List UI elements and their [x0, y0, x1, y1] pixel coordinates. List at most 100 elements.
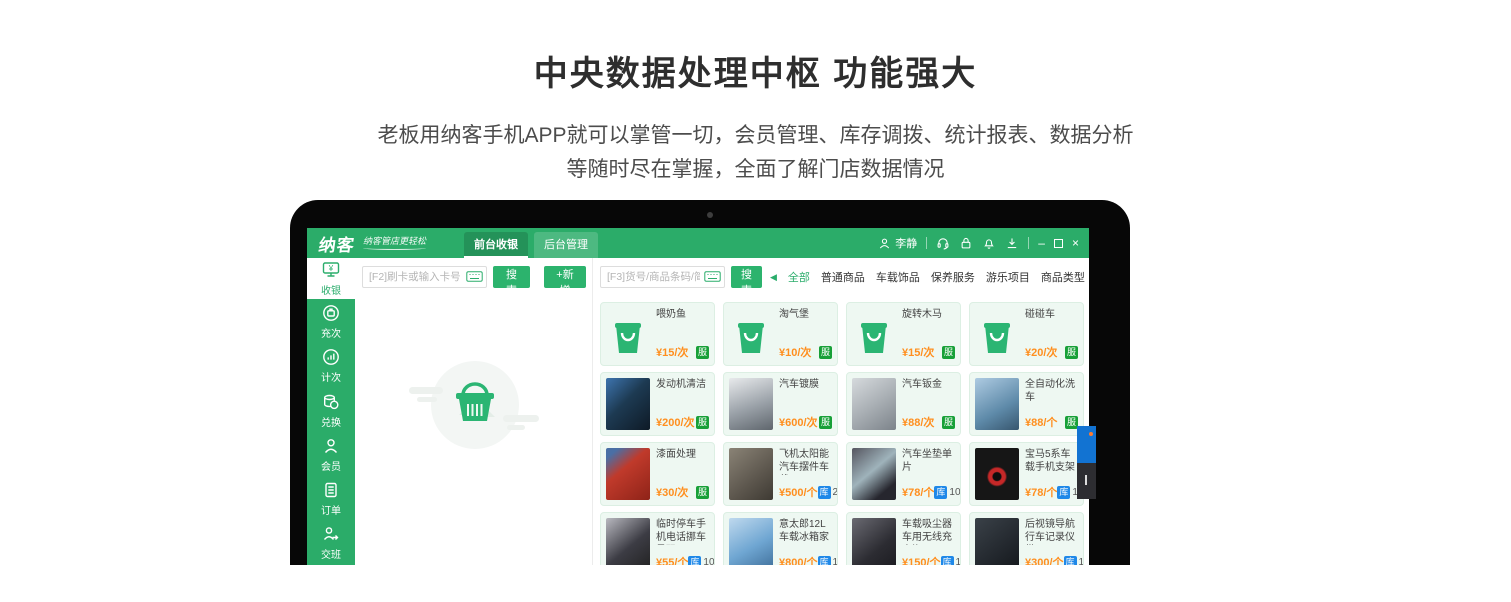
product-info: 汽车坐垫单片 ¥78/个 库 100 — [896, 448, 955, 500]
mode-tabs: 前台收银 后台管理 — [464, 232, 598, 258]
widget-collapse-button[interactable] — [1077, 463, 1096, 499]
keyboard-icon[interactable] — [466, 271, 483, 282]
member-panel: 搜索 +新增 — [355, 258, 593, 565]
sidebar-item-exchange[interactable]: 兑换 — [307, 388, 355, 432]
category-all[interactable]: 全部 — [788, 269, 810, 285]
product-badge: 库 — [941, 556, 954, 566]
product-card[interactable]: 碰碰车 ¥20/次 服 — [969, 302, 1084, 366]
sidebar-item-label: 计次 — [321, 369, 341, 384]
laptop-mockup: 纳客 纳客管店更轻松 前台收银 后台管理 李静 — [290, 200, 1130, 565]
product-badge: 服 — [942, 346, 955, 359]
product-price: ¥800/个 — [779, 554, 818, 565]
member-icon — [321, 436, 341, 456]
product-name: 车载吸尘器车用无线充电汽 — [902, 518, 955, 545]
product-info: 漆面处理 ¥30/次 服 — [650, 448, 709, 500]
product-card[interactable]: 意太郎12L车载冰箱家用 ¥800/个 库 100 — [723, 512, 838, 565]
sidebar-item-recharge[interactable]: 充次 — [307, 299, 355, 343]
product-card[interactable]: 飞机太阳能汽车摆件车载 ¥500/个 库 200 — [723, 442, 838, 506]
product-search-button[interactable]: 搜索 — [731, 266, 762, 288]
product-card[interactable]: 发动机清洁 ¥200/次 服 — [600, 372, 715, 436]
product-card[interactable]: 汽车镀膜 ¥600/次 服 — [723, 372, 838, 436]
maximize-button[interactable] — [1054, 239, 1063, 248]
download-icon[interactable] — [1005, 236, 1019, 250]
product-price: ¥78/个 — [902, 484, 934, 500]
headset-icon[interactable] — [936, 236, 950, 250]
app-slogan: 纳客管店更轻松 — [363, 234, 426, 250]
page-subtitle-line2: 等随时尽在掌握，全面了解门店数据情况 — [0, 153, 1511, 187]
product-card[interactable]: 宝马5系车载手机支架 ¥78/个 库 100 — [969, 442, 1084, 506]
lock-icon[interactable] — [959, 236, 973, 250]
sidebar-item-shift[interactable]: 交班 — [307, 521, 355, 565]
shopping-bag-icon — [856, 313, 892, 355]
hero-section: 中央数据处理中枢 功能强大 老板用纳客手机APP就可以掌管一切，会员管理、库存调… — [0, 0, 1511, 187]
sidebar-item-counting[interactable]: 计次 — [307, 344, 355, 388]
bell-icon[interactable] — [982, 236, 996, 250]
category-product-type[interactable]: 商品类型 — [1041, 269, 1085, 285]
page-subtitle-line1: 老板用纳客手机APP就可以掌管一切，会员管理、库存调拨、统计报表、数据分析 — [0, 119, 1511, 153]
product-thumbnail — [975, 378, 1019, 430]
cloud-shape — [503, 415, 539, 422]
product-card[interactable]: 淘气堡 ¥10/次 服 — [723, 302, 838, 366]
category-prev-icon[interactable]: ◀ — [770, 272, 777, 283]
collapse-handle-icon — [1085, 475, 1087, 485]
product-price: ¥200/次 — [656, 414, 695, 430]
counting-icon — [321, 347, 341, 367]
contact-widget-button[interactable] — [1077, 426, 1096, 463]
product-info: 发动机清洁 ¥200/次 服 — [650, 378, 709, 430]
product-thumbnail — [975, 308, 1019, 360]
product-card[interactable]: 旋转木马 ¥15/次 服 — [846, 302, 961, 366]
sidebar-item-orders[interactable]: 订单 — [307, 476, 355, 520]
product-card[interactable]: 车载吸尘器车用无线充电汽 ¥150/个 库 100 — [846, 512, 961, 565]
product-info: 车载吸尘器车用无线充电汽 ¥150/个 库 100 — [896, 518, 955, 565]
product-thumbnail — [729, 378, 773, 430]
product-info: 旋转木马 ¥15/次 服 — [896, 308, 955, 360]
floating-contact-widget — [1077, 426, 1096, 499]
product-badge: 服 — [819, 346, 832, 359]
product-info: 临时停车手机电话挪车号码 ¥55/个 库 100 — [650, 518, 709, 565]
app-titlebar: 纳客 纳客管店更轻松 前台收银 后台管理 李静 — [307, 228, 1089, 258]
sidebar-item-cashier[interactable]: ¥ 收银 — [307, 258, 355, 299]
empty-cart-illustration — [409, 353, 539, 463]
product-card[interactable]: 汽车坐垫单片 ¥78/个 库 100 — [846, 442, 961, 506]
product-card[interactable]: 汽车钣金 ¥88/次 服 — [846, 372, 961, 436]
app-screen: 纳客 纳客管店更轻松 前台收银 后台管理 李静 — [307, 228, 1089, 565]
product-stock: 100 — [949, 487, 961, 498]
keyboard-icon[interactable] — [704, 271, 721, 282]
category-general-goods[interactable]: 普通商品 — [821, 269, 865, 285]
product-card[interactable]: 后视镜导航行车记录仪带 ¥300/个 库 100 — [969, 512, 1084, 565]
minimize-button[interactable]: – — [1038, 237, 1045, 249]
product-thumbnail — [975, 448, 1019, 500]
product-thumbnail — [729, 448, 773, 500]
product-card[interactable]: 全自动化洗车 ¥88/个 服 — [969, 372, 1084, 436]
product-name: 喂奶鱼 — [656, 308, 709, 321]
product-badge: 服 — [696, 416, 709, 429]
close-button[interactable]: × — [1072, 237, 1079, 249]
product-price: ¥10/次 — [779, 344, 811, 360]
product-thumbnail — [852, 378, 896, 430]
category-bar: ◀ 全部 普通商品 车载饰品 保养服务 游乐项目 商品类型 ▶ — [770, 269, 1089, 285]
member-search-bar: 搜索 +新增 — [355, 258, 592, 295]
product-card[interactable]: 喂奶鱼 ¥15/次 服 — [600, 302, 715, 366]
product-thumbnail — [606, 448, 650, 500]
user-menu[interactable]: 李静 — [878, 235, 917, 251]
member-search-button[interactable]: 搜索 — [493, 266, 530, 288]
sidebar-item-member[interactable]: 会员 — [307, 432, 355, 476]
order-icon — [321, 480, 341, 500]
add-member-button[interactable]: +新增 — [544, 266, 586, 288]
category-amusement[interactable]: 游乐项目 — [986, 269, 1030, 285]
product-grid: 喂奶鱼 ¥15/次 服 — [593, 295, 1089, 565]
product-card[interactable]: 临时停车手机电话挪车号码 ¥55/个 库 100 — [600, 512, 715, 565]
product-search-bar: 搜索 ◀ 全部 普通商品 车载饰品 保养服务 游乐项目 商品类型 ▶ — [593, 258, 1089, 295]
category-car-accessories[interactable]: 车载饰品 — [876, 269, 920, 285]
product-name: 飞机太阳能汽车摆件车载 — [779, 448, 832, 475]
divider — [926, 237, 927, 249]
category-maintenance[interactable]: 保养服务 — [931, 269, 975, 285]
svg-text:¥: ¥ — [328, 264, 334, 273]
product-card[interactable]: 漆面处理 ¥30/次 服 — [600, 442, 715, 506]
product-info: 后视镜导航行车记录仪带 ¥300/个 库 100 — [1019, 518, 1078, 565]
tab-front-cashier[interactable]: 前台收银 — [464, 232, 528, 258]
product-price: ¥55/个 — [656, 554, 688, 565]
tab-back-management[interactable]: 后台管理 — [534, 232, 598, 258]
product-price: ¥150/个 — [902, 554, 941, 565]
shopping-bag-icon — [733, 313, 769, 355]
